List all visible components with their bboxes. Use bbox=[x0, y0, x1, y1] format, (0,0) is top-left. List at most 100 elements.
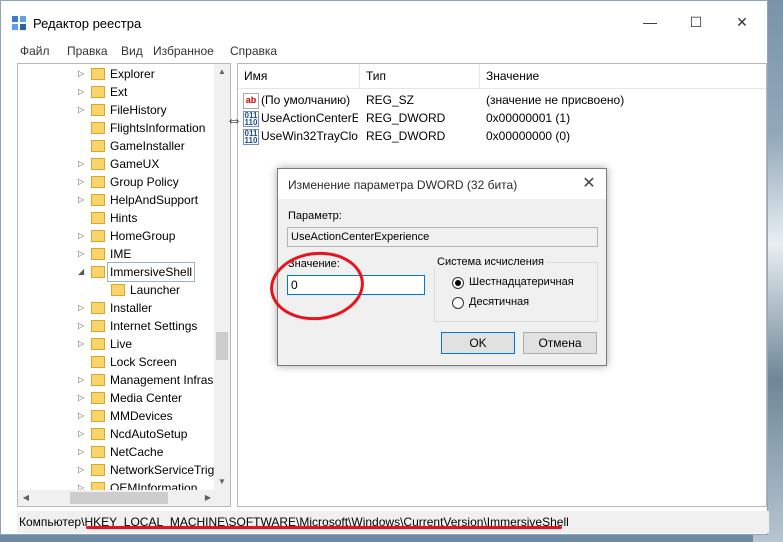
maximize-icon[interactable]: ☐ bbox=[673, 7, 719, 37]
value-row[interactable]: 011110UseActionCenterExperience REG_DWORD… bbox=[238, 109, 766, 127]
folder-icon bbox=[91, 302, 105, 314]
value-name: (По умолчанию) bbox=[261, 93, 351, 107]
tree-item-label: IME bbox=[110, 247, 132, 261]
value-data-input[interactable] bbox=[287, 275, 425, 295]
column-value[interactable]: Значение bbox=[480, 64, 766, 88]
window-title: Редактор реестра bbox=[33, 16, 142, 31]
expand-arrow-icon[interactable]: ▷ bbox=[78, 191, 88, 209]
tree-item-label: Internet Settings bbox=[110, 319, 198, 333]
path-highlight-underline bbox=[86, 526, 562, 529]
param-name-field: UseActionCenterExperience bbox=[287, 227, 598, 247]
expand-arrow-icon[interactable]: ▷ bbox=[78, 425, 88, 443]
tree-item-label: HomeGroup bbox=[110, 229, 176, 243]
hscroll-thumb[interactable] bbox=[70, 492, 168, 504]
folder-icon bbox=[91, 392, 105, 404]
key-tree-pane[interactable]: ▷ Explorer ▷ Ext ▷ FileHistory FlightsInformat… bbox=[17, 63, 231, 507]
radio-decimal-label[interactable]: Десятичная bbox=[469, 296, 529, 308]
tree-item-label: HelpAndSupport bbox=[110, 193, 199, 207]
expand-arrow-icon[interactable]: ▷ bbox=[78, 173, 88, 191]
radio-decimal[interactable] bbox=[452, 297, 464, 309]
binary-value-icon: 011 110 bbox=[243, 129, 259, 145]
title-bar[interactable]: Редактор реестра — ☐ ✕ bbox=[1, 1, 767, 41]
folder-icon bbox=[91, 122, 105, 134]
folder-icon bbox=[91, 320, 105, 332]
tree-horizontal-scrollbar[interactable]: ◀ ▶ bbox=[18, 490, 216, 506]
scroll-down-icon[interactable]: ▼ bbox=[214, 474, 230, 490]
expand-arrow-icon[interactable]: ▷ bbox=[78, 371, 88, 389]
value-label: Значение: bbox=[288, 258, 340, 270]
expand-arrow-icon[interactable]: ▷ bbox=[78, 407, 88, 425]
tree-item-label: Live bbox=[110, 337, 133, 351]
value-data: (значение не присвоено) bbox=[486, 93, 625, 107]
tree-item-label: Lock Screen bbox=[110, 355, 177, 369]
tree-item-label: FlightsInformation bbox=[110, 121, 206, 135]
expand-arrow-icon[interactable]: ▷ bbox=[78, 443, 88, 461]
list-header: Имя Тип Значение bbox=[238, 64, 766, 89]
expand-arrow-icon[interactable]: ▷ bbox=[78, 461, 88, 479]
scroll-up-icon[interactable]: ▲ bbox=[214, 64, 230, 80]
folder-icon bbox=[91, 446, 105, 458]
expand-arrow-icon[interactable]: ▷ bbox=[78, 101, 88, 119]
base-group-title: Система исчисления bbox=[434, 256, 547, 268]
folder-icon bbox=[91, 266, 105, 278]
cancel-button[interactable]: Отмена bbox=[523, 332, 597, 354]
scroll-left-icon[interactable]: ◀ bbox=[18, 490, 34, 506]
folder-icon bbox=[91, 338, 105, 350]
folder-icon bbox=[91, 464, 105, 476]
folder-icon bbox=[91, 158, 105, 170]
menu-edit[interactable]: Правка bbox=[67, 44, 108, 58]
ok-button[interactable]: OK bbox=[441, 332, 515, 354]
radio-hexadecimal-label[interactable]: Шестнадцатеричная bbox=[469, 276, 574, 288]
value-data: 0x00000001 (1) bbox=[486, 111, 571, 125]
tree-item-label: GameUX bbox=[110, 157, 160, 171]
regedit-app-icon bbox=[12, 16, 26, 30]
folder-icon bbox=[91, 68, 105, 80]
expand-arrow-icon[interactable]: ▷ bbox=[78, 335, 88, 353]
expand-arrow-icon[interactable]: ▷ bbox=[78, 317, 88, 335]
menu-view[interactable]: Вид bbox=[121, 44, 143, 58]
value-type: REG_DWORD bbox=[366, 111, 446, 125]
tree-item-label: Hints bbox=[110, 211, 138, 225]
dialog-close-icon[interactable]: ✕ bbox=[578, 173, 600, 195]
folder-icon bbox=[91, 428, 105, 440]
expand-arrow-icon[interactable]: ▷ bbox=[78, 155, 88, 173]
status-bar: Компьютер\HKEY_LOCAL_MACHINE\SOFTWARE\Mi… bbox=[17, 511, 769, 533]
expand-arrow-icon[interactable]: ▷ bbox=[78, 227, 88, 245]
dialog-title: Изменение параметра DWORD (32 бита) bbox=[288, 178, 518, 192]
string-value-icon: ab bbox=[243, 93, 259, 109]
tree-item-label: MMDevices bbox=[110, 409, 173, 423]
tree-item-label: FileHistory bbox=[110, 103, 167, 117]
folder-icon bbox=[91, 356, 105, 368]
menu-file[interactable]: Файл bbox=[20, 44, 50, 58]
value-data: 0x00000000 (0) bbox=[486, 129, 571, 143]
value-type: REG_SZ bbox=[366, 93, 415, 107]
column-type[interactable]: Тип bbox=[360, 64, 480, 88]
tree-item-label: Ext bbox=[110, 85, 128, 99]
dialog-title-bar[interactable]: Изменение параметра DWORD (32 бита) ✕ bbox=[278, 169, 606, 199]
radio-hexadecimal[interactable] bbox=[452, 277, 464, 289]
expand-arrow-icon[interactable]: ▷ bbox=[78, 389, 88, 407]
scroll-thumb[interactable] bbox=[216, 332, 228, 360]
column-name[interactable]: Имя bbox=[238, 64, 360, 88]
edit-dword-dialog: Изменение параметра DWORD (32 бита) ✕ Па… bbox=[277, 168, 607, 366]
close-icon[interactable]: ✕ bbox=[719, 7, 765, 37]
collapse-arrow-icon[interactable]: ◢ bbox=[78, 263, 88, 281]
tree-item-label: Launcher bbox=[130, 283, 181, 297]
expand-arrow-icon[interactable]: ▷ bbox=[78, 65, 88, 83]
expand-arrow-icon[interactable]: ▷ bbox=[78, 83, 88, 101]
folder-icon bbox=[91, 194, 105, 206]
folder-icon bbox=[91, 104, 105, 116]
value-row[interactable]: 011110UseWin32TrayClockExperience REG_DWO… bbox=[238, 127, 766, 145]
folder-icon bbox=[91, 230, 105, 242]
value-row[interactable]: ab (По умолчанию) REG_SZ (значение не присв… bbox=[238, 91, 766, 109]
expand-arrow-icon[interactable]: ▷ bbox=[78, 299, 88, 317]
menu-bar: Файл Правка Вид Избранное Справка bbox=[1, 41, 767, 61]
minimize-icon[interactable]: — bbox=[627, 7, 673, 37]
menu-favorites[interactable]: Избранное bbox=[153, 44, 214, 58]
resize-cursor-icon: ⇔ bbox=[226, 112, 242, 129]
expand-arrow-icon[interactable]: ▷ bbox=[78, 245, 88, 263]
scroll-corner bbox=[214, 490, 230, 506]
value-name: UseActionCenterExperience bbox=[261, 111, 358, 125]
menu-help[interactable]: Справка bbox=[230, 44, 277, 58]
base-group-box bbox=[434, 262, 598, 322]
